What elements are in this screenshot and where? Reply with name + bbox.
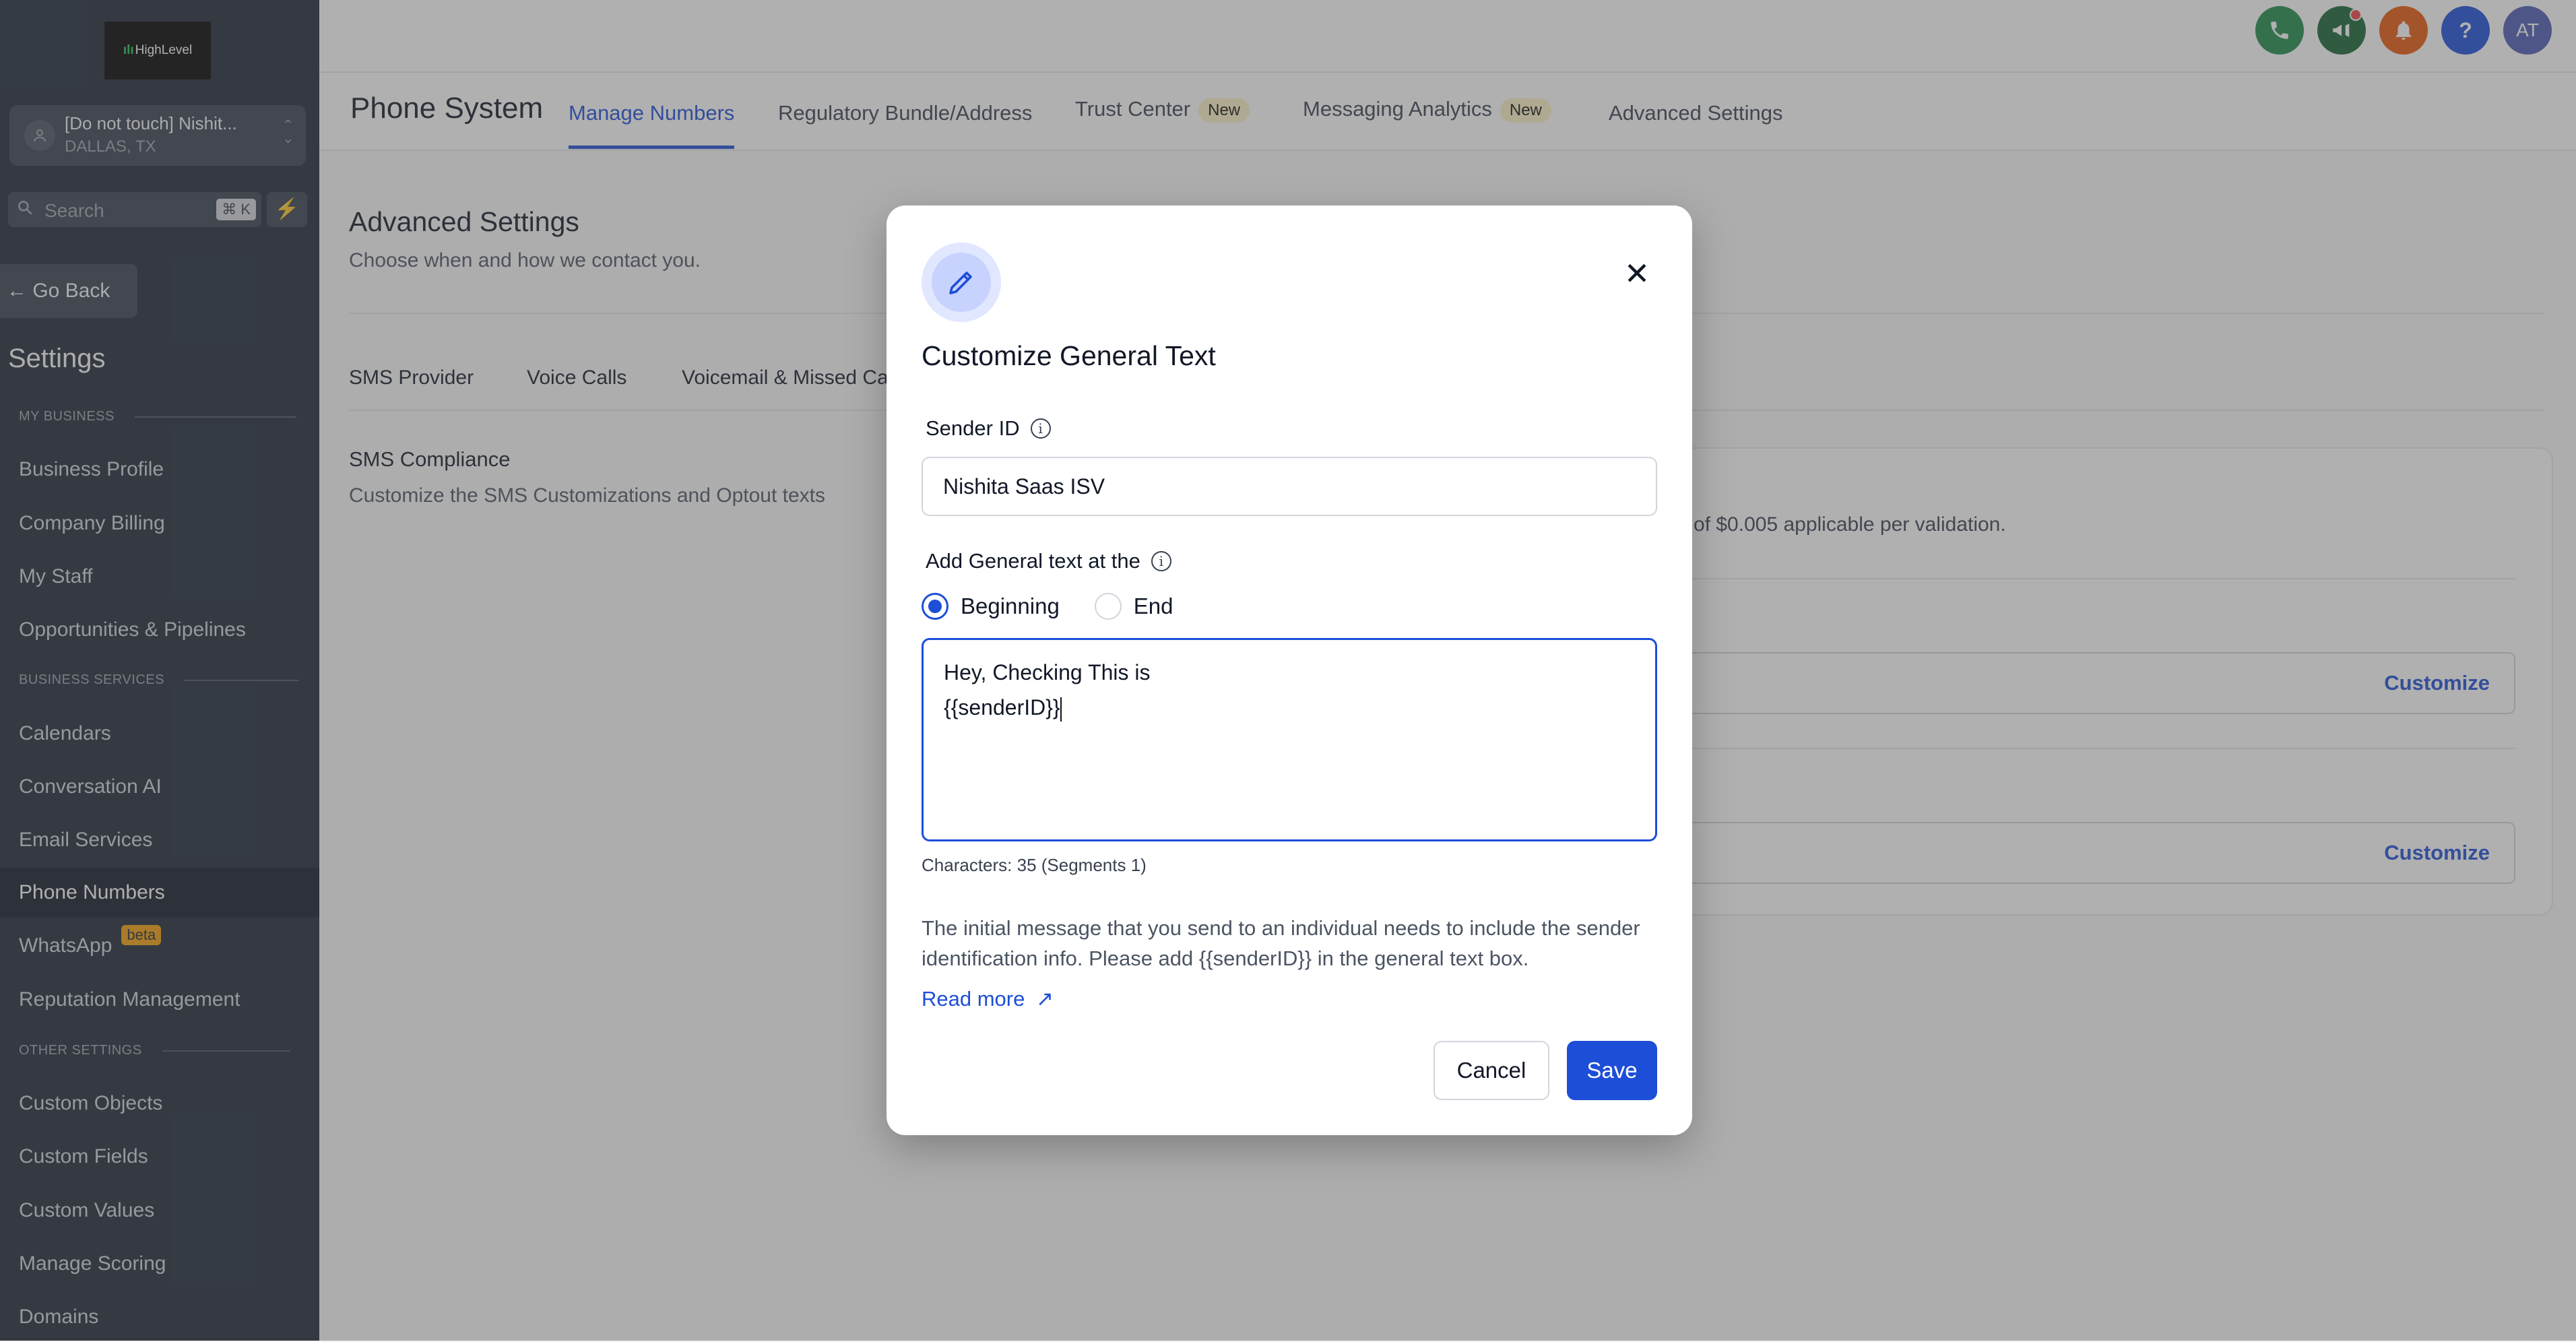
radio-beginning[interactable] <box>922 593 948 620</box>
info-icon[interactable]: i <box>1151 551 1171 571</box>
save-button[interactable]: Save <box>1567 1041 1657 1100</box>
radio-beginning-label[interactable]: Beginning <box>961 594 1060 619</box>
sender-id-label: Sender ID i <box>926 416 1051 441</box>
customize-general-text-modal: ✕ Customize General Text Sender ID i Nish… <box>887 205 1692 1135</box>
info-icon[interactable]: i <box>1030 418 1051 439</box>
radio-end[interactable] <box>1094 593 1122 620</box>
close-icon[interactable]: ✕ <box>1621 258 1653 290</box>
pencil-icon <box>922 243 1001 322</box>
read-more-label: Read more <box>922 987 1025 1011</box>
position-label: Add General text at the i <box>926 549 1171 573</box>
character-count: Characters: 35 (Segments 1) <box>922 855 1147 875</box>
radio-end-label[interactable]: End <box>1134 594 1173 619</box>
read-more-link[interactable]: Read more ↗ <box>922 987 1054 1011</box>
help-text: The initial message that you send to an … <box>922 916 1640 970</box>
textarea-line-wrap: {{senderID}} <box>944 690 1635 725</box>
textarea-line: {{senderID}} <box>944 695 1060 720</box>
cancel-button[interactable]: Cancel <box>1434 1041 1549 1100</box>
textarea-line: Hey, Checking This is <box>944 660 1151 684</box>
position-radio-group: Beginning End <box>922 593 1173 620</box>
general-text-textarea[interactable]: Hey, Checking This is {{senderID}} <box>922 638 1657 841</box>
text-cursor <box>1060 697 1062 722</box>
sender-id-field[interactable]: Nishita Saas ISV <box>922 457 1657 516</box>
external-link-icon: ↗ <box>1035 987 1054 1011</box>
modal-title: Customize General Text <box>922 340 1216 371</box>
